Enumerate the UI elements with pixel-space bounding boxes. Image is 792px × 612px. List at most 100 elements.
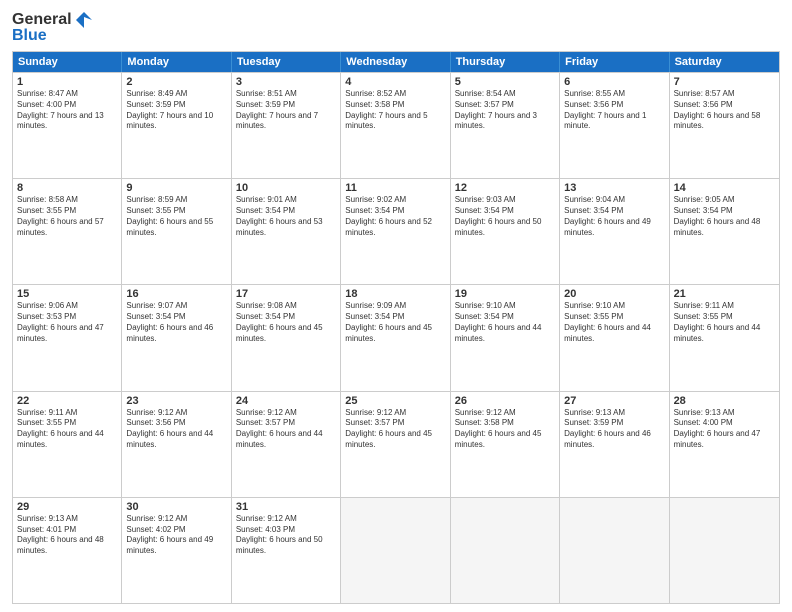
day-cell-15: 15Sunrise: 9:06 AM Sunset: 3:53 PM Dayli… — [13, 285, 122, 390]
logo-blue-text: Blue — [12, 27, 47, 45]
day-cell-16: 16Sunrise: 9:07 AM Sunset: 3:54 PM Dayli… — [122, 285, 231, 390]
day-cell-26: 26Sunrise: 9:12 AM Sunset: 3:58 PM Dayli… — [451, 392, 560, 497]
day-info: Sunrise: 9:11 AM Sunset: 3:55 PM Dayligh… — [674, 301, 775, 344]
calendar-body: 1Sunrise: 8:47 AM Sunset: 4:00 PM Daylig… — [13, 72, 779, 603]
day-info: Sunrise: 9:12 AM Sunset: 3:56 PM Dayligh… — [126, 408, 226, 451]
day-cell-5: 5Sunrise: 8:54 AM Sunset: 3:57 PM Daylig… — [451, 73, 560, 178]
day-info: Sunrise: 9:06 AM Sunset: 3:53 PM Dayligh… — [17, 301, 117, 344]
day-info: Sunrise: 9:07 AM Sunset: 3:54 PM Dayligh… — [126, 301, 226, 344]
calendar-row-1: 1Sunrise: 8:47 AM Sunset: 4:00 PM Daylig… — [13, 72, 779, 178]
day-cell-14: 14Sunrise: 9:05 AM Sunset: 3:54 PM Dayli… — [670, 179, 779, 284]
day-info: Sunrise: 8:51 AM Sunset: 3:59 PM Dayligh… — [236, 89, 336, 132]
header-cell-saturday: Saturday — [670, 52, 779, 72]
day-cell-10: 10Sunrise: 9:01 AM Sunset: 3:54 PM Dayli… — [232, 179, 341, 284]
day-number: 26 — [455, 395, 555, 407]
day-number: 6 — [564, 76, 664, 88]
day-info: Sunrise: 8:52 AM Sunset: 3:58 PM Dayligh… — [345, 89, 445, 132]
logo: General Blue — [12, 10, 96, 45]
day-info: Sunrise: 9:12 AM Sunset: 3:57 PM Dayligh… — [236, 408, 336, 451]
header-cell-sunday: Sunday — [13, 52, 122, 72]
day-info: Sunrise: 9:10 AM Sunset: 3:55 PM Dayligh… — [564, 301, 664, 344]
day-cell-11: 11Sunrise: 9:02 AM Sunset: 3:54 PM Dayli… — [341, 179, 450, 284]
day-number: 13 — [564, 182, 664, 194]
day-info: Sunrise: 8:49 AM Sunset: 3:59 PM Dayligh… — [126, 89, 226, 132]
day-number: 17 — [236, 288, 336, 300]
day-info: Sunrise: 9:12 AM Sunset: 3:58 PM Dayligh… — [455, 408, 555, 451]
day-number: 27 — [564, 395, 664, 407]
day-number: 30 — [126, 501, 226, 513]
header-cell-wednesday: Wednesday — [341, 52, 450, 72]
day-number: 24 — [236, 395, 336, 407]
calendar-header: SundayMondayTuesdayWednesdayThursdayFrid… — [13, 52, 779, 72]
day-number: 23 — [126, 395, 226, 407]
day-cell-25: 25Sunrise: 9:12 AM Sunset: 3:57 PM Dayli… — [341, 392, 450, 497]
day-number: 25 — [345, 395, 445, 407]
day-number: 5 — [455, 76, 555, 88]
day-number: 18 — [345, 288, 445, 300]
day-info: Sunrise: 8:54 AM Sunset: 3:57 PM Dayligh… — [455, 89, 555, 132]
calendar-row-2: 8Sunrise: 8:58 AM Sunset: 3:55 PM Daylig… — [13, 178, 779, 284]
day-cell-12: 12Sunrise: 9:03 AM Sunset: 3:54 PM Dayli… — [451, 179, 560, 284]
day-info: Sunrise: 8:58 AM Sunset: 3:55 PM Dayligh… — [17, 195, 117, 238]
header: General Blue — [12, 10, 780, 45]
day-info: Sunrise: 9:11 AM Sunset: 3:55 PM Dayligh… — [17, 408, 117, 451]
day-cell-6: 6Sunrise: 8:55 AM Sunset: 3:56 PM Daylig… — [560, 73, 669, 178]
day-info: Sunrise: 9:12 AM Sunset: 3:57 PM Dayligh… — [345, 408, 445, 451]
calendar-row-4: 22Sunrise: 9:11 AM Sunset: 3:55 PM Dayli… — [13, 391, 779, 497]
day-info: Sunrise: 8:47 AM Sunset: 4:00 PM Dayligh… — [17, 89, 117, 132]
empty-cell — [451, 498, 560, 603]
day-cell-3: 3Sunrise: 8:51 AM Sunset: 3:59 PM Daylig… — [232, 73, 341, 178]
day-cell-8: 8Sunrise: 8:58 AM Sunset: 3:55 PM Daylig… — [13, 179, 122, 284]
day-info: Sunrise: 9:13 AM Sunset: 4:00 PM Dayligh… — [674, 408, 775, 451]
day-number: 22 — [17, 395, 117, 407]
day-info: Sunrise: 8:59 AM Sunset: 3:55 PM Dayligh… — [126, 195, 226, 238]
day-number: 10 — [236, 182, 336, 194]
day-info: Sunrise: 9:13 AM Sunset: 4:01 PM Dayligh… — [17, 514, 117, 557]
day-number: 9 — [126, 182, 226, 194]
day-number: 15 — [17, 288, 117, 300]
day-info: Sunrise: 8:55 AM Sunset: 3:56 PM Dayligh… — [564, 89, 664, 132]
day-number: 19 — [455, 288, 555, 300]
day-cell-2: 2Sunrise: 8:49 AM Sunset: 3:59 PM Daylig… — [122, 73, 231, 178]
day-cell-4: 4Sunrise: 8:52 AM Sunset: 3:58 PM Daylig… — [341, 73, 450, 178]
day-number: 29 — [17, 501, 117, 513]
empty-cell — [560, 498, 669, 603]
day-number: 8 — [17, 182, 117, 194]
header-cell-tuesday: Tuesday — [232, 52, 341, 72]
day-info: Sunrise: 9:13 AM Sunset: 3:59 PM Dayligh… — [564, 408, 664, 451]
day-number: 3 — [236, 76, 336, 88]
page: General Blue SundayMondayTuesdayWednesda… — [0, 0, 792, 612]
day-cell-18: 18Sunrise: 9:09 AM Sunset: 3:54 PM Dayli… — [341, 285, 450, 390]
day-info: Sunrise: 9:10 AM Sunset: 3:54 PM Dayligh… — [455, 301, 555, 344]
calendar-row-5: 29Sunrise: 9:13 AM Sunset: 4:01 PM Dayli… — [13, 497, 779, 603]
calendar: SundayMondayTuesdayWednesdayThursdayFrid… — [12, 51, 780, 604]
day-info: Sunrise: 9:12 AM Sunset: 4:03 PM Dayligh… — [236, 514, 336, 557]
day-cell-1: 1Sunrise: 8:47 AM Sunset: 4:00 PM Daylig… — [13, 73, 122, 178]
day-number: 16 — [126, 288, 226, 300]
day-cell-17: 17Sunrise: 9:08 AM Sunset: 3:54 PM Dayli… — [232, 285, 341, 390]
day-number: 12 — [455, 182, 555, 194]
header-cell-monday: Monday — [122, 52, 231, 72]
day-number: 7 — [674, 76, 775, 88]
day-cell-31: 31Sunrise: 9:12 AM Sunset: 4:03 PM Dayli… — [232, 498, 341, 603]
day-number: 20 — [564, 288, 664, 300]
header-cell-thursday: Thursday — [451, 52, 560, 72]
day-cell-21: 21Sunrise: 9:11 AM Sunset: 3:55 PM Dayli… — [670, 285, 779, 390]
header-cell-friday: Friday — [560, 52, 669, 72]
day-cell-24: 24Sunrise: 9:12 AM Sunset: 3:57 PM Dayli… — [232, 392, 341, 497]
calendar-row-3: 15Sunrise: 9:06 AM Sunset: 3:53 PM Dayli… — [13, 284, 779, 390]
day-cell-29: 29Sunrise: 9:13 AM Sunset: 4:01 PM Dayli… — [13, 498, 122, 603]
day-number: 2 — [126, 76, 226, 88]
day-cell-20: 20Sunrise: 9:10 AM Sunset: 3:55 PM Dayli… — [560, 285, 669, 390]
day-info: Sunrise: 9:12 AM Sunset: 4:02 PM Dayligh… — [126, 514, 226, 557]
day-cell-7: 7Sunrise: 8:57 AM Sunset: 3:56 PM Daylig… — [670, 73, 779, 178]
empty-cell — [341, 498, 450, 603]
day-cell-23: 23Sunrise: 9:12 AM Sunset: 3:56 PM Dayli… — [122, 392, 231, 497]
day-cell-30: 30Sunrise: 9:12 AM Sunset: 4:02 PM Dayli… — [122, 498, 231, 603]
day-cell-22: 22Sunrise: 9:11 AM Sunset: 3:55 PM Dayli… — [13, 392, 122, 497]
day-number: 4 — [345, 76, 445, 88]
day-number: 28 — [674, 395, 775, 407]
day-number: 1 — [17, 76, 117, 88]
day-cell-27: 27Sunrise: 9:13 AM Sunset: 3:59 PM Dayli… — [560, 392, 669, 497]
day-number: 14 — [674, 182, 775, 194]
